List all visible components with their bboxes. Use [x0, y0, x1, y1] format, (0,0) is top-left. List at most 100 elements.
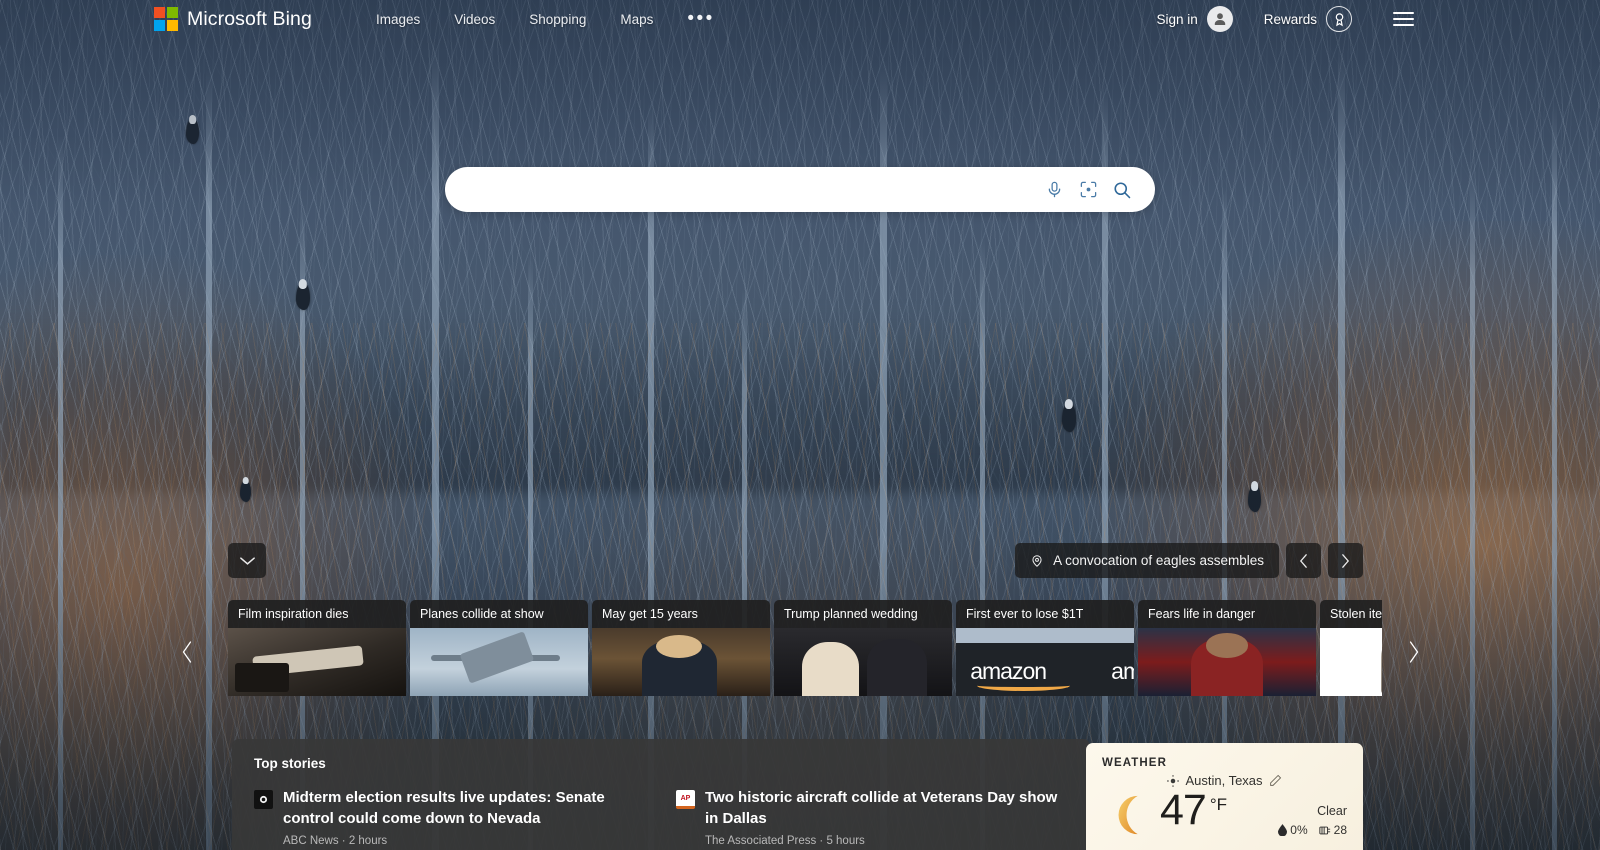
water-drop-icon — [1278, 824, 1288, 836]
nav-item-videos[interactable]: Videos — [454, 12, 495, 27]
top-story-title: Midterm election results live updates: S… — [283, 789, 605, 827]
news-card-title: Film inspiration dies — [228, 600, 406, 628]
news-card-title-text: Trump planned wedding — [784, 607, 918, 621]
pencil-edit-icon[interactable] — [1269, 774, 1282, 787]
nav-more-icon[interactable]: ••• — [687, 9, 714, 28]
account-avatar-icon — [1206, 6, 1233, 32]
brand-name: Microsoft Bing — [187, 7, 312, 30]
news-card-title: Trump planned wedding — [774, 600, 952, 628]
news-card-title-text: May get 15 years — [602, 607, 698, 621]
news-card-thumbnail — [228, 628, 406, 696]
rewards-label: Rewards — [1263, 11, 1317, 27]
chevron-down-icon — [239, 556, 255, 565]
weather-body: 47 °F Clear 0% 28 — [1102, 786, 1347, 838]
weather-precipitation-stat: 0% — [1278, 823, 1308, 837]
news-card-title-text: Stolen item — [1330, 607, 1382, 621]
background-vignette — [0, 0, 1600, 850]
top-story-byline: The Associated Press · 5 hours — [705, 835, 865, 848]
weather-humidity: 28 — [1333, 823, 1347, 837]
carousel-next-button[interactable] — [1398, 635, 1428, 669]
weather-condition: Clear — [1317, 804, 1347, 818]
news-card-title: Stolen item — [1320, 600, 1382, 628]
news-card-thumbnail: amazon am — [956, 628, 1134, 696]
news-card[interactable]: May get 15 years — [592, 600, 770, 696]
background-prev-button[interactable] — [1286, 543, 1321, 578]
search-area — [445, 167, 1155, 212]
rewards-trophy-icon — [1326, 6, 1352, 32]
news-card[interactable]: Trump planned wedding — [774, 600, 952, 696]
news-card-thumbnail — [592, 628, 770, 696]
humidity-icon — [1319, 826, 1330, 834]
top-stories-list: Midterm election results live updates: S… — [254, 788, 1068, 847]
news-card-title: First ever to lose $1T — [956, 600, 1134, 628]
news-card-title-text: Fears life in danger — [1148, 607, 1256, 621]
hero-background-image — [0, 0, 1600, 850]
expand-feed-button[interactable] — [228, 543, 266, 578]
abc-news-favicon-icon — [254, 790, 273, 809]
microphone-icon[interactable] — [1037, 173, 1071, 207]
top-story-item[interactable]: Midterm election results live updates: S… — [254, 788, 646, 847]
search-box[interactable] — [445, 167, 1155, 212]
weather-temperature-block: 47 °F — [1160, 786, 1228, 834]
sign-in-button[interactable]: Sign in — [1156, 6, 1233, 32]
news-card[interactable]: Film inspiration dies — [228, 600, 406, 696]
background-next-button[interactable] — [1328, 543, 1363, 578]
news-card-thumbnail — [1138, 628, 1316, 696]
top-story-text: Two historic aircraft collide at Veteran… — [705, 788, 1068, 847]
weather-heading: WEATHER — [1102, 757, 1167, 769]
background-caption-text: A convocation of eagles assembles — [1053, 553, 1264, 568]
news-card-title: May get 15 years — [592, 600, 770, 628]
top-stories-panel: Top stories Midterm election results liv… — [232, 739, 1090, 850]
amazon-wordmark-partial: am — [1111, 657, 1134, 684]
weather-precipitation: 0% — [1290, 823, 1308, 837]
weather-widget[interactable]: WEATHER Austin, Texas 47 °F Clear 0% 28 — [1086, 743, 1363, 850]
chevron-left-icon — [182, 641, 191, 663]
nav-links: Images Videos Shopping Maps ••• — [376, 9, 715, 28]
background-caption[interactable]: A convocation of eagles assembles — [1015, 543, 1279, 578]
weather-temperature: 47 — [1160, 786, 1207, 834]
top-stories-heading: Top stories — [254, 756, 326, 771]
carousel-prev-button[interactable] — [172, 635, 202, 669]
rewards-button[interactable]: Rewards — [1264, 6, 1352, 32]
news-card-thumbnail — [774, 628, 952, 696]
top-story-text: Midterm election results live updates: S… — [283, 788, 646, 847]
location-pin-icon — [1032, 554, 1042, 567]
weather-location-row: Austin, Texas — [1102, 773, 1347, 788]
location-target-icon — [1167, 774, 1180, 787]
chevron-right-icon — [1409, 641, 1418, 663]
search-magnifier-icon[interactable] — [1105, 173, 1139, 207]
news-card-title-text: Film inspiration dies — [238, 607, 349, 621]
background-caption-bar: A convocation of eagles assembles — [1015, 543, 1363, 578]
search-input[interactable] — [467, 181, 1037, 198]
news-card[interactable]: Planes collide at show — [410, 600, 588, 696]
hamburger-menu-icon[interactable] — [1393, 12, 1414, 26]
news-card[interactable]: Fears life in danger — [1138, 600, 1316, 696]
news-card-title: Planes collide at show — [410, 600, 588, 628]
news-card[interactable]: Stolen item — [1320, 600, 1382, 696]
top-story-byline: ABC News · 2 hours — [283, 835, 388, 848]
news-card-title: Fears life in danger — [1138, 600, 1316, 628]
top-right-actions: Sign in Rewards — [1156, 6, 1414, 32]
ap-news-favicon-icon: AP — [676, 790, 695, 809]
news-carousel[interactable]: Film inspiration dies Planes collide at … — [228, 600, 1382, 696]
visual-search-icon[interactable] — [1071, 173, 1105, 207]
news-card-thumbnail — [410, 628, 588, 696]
moon-clear-night-icon — [1118, 795, 1138, 835]
weather-stats: 0% 28 — [1278, 823, 1347, 837]
news-card-title-text: First ever to lose $1T — [966, 607, 1084, 621]
weather-details: Clear 0% 28 — [1278, 790, 1347, 837]
top-navigation-bar: Microsoft Bing Images Videos Shopping Ma… — [0, 0, 1600, 38]
sign-in-label: Sign in — [1156, 11, 1198, 27]
news-card-thumbnail — [1320, 628, 1382, 696]
bing-logo[interactable]: Microsoft Bing — [154, 7, 312, 31]
top-story-title: Two historic aircraft collide at Veteran… — [705, 789, 1058, 827]
nav-item-shopping[interactable]: Shopping — [529, 12, 586, 27]
nav-item-maps[interactable]: Maps — [620, 12, 653, 27]
weather-humidity-stat: 28 — [1319, 823, 1347, 837]
nav-item-images[interactable]: Images — [376, 12, 420, 27]
weather-unit: °F — [1209, 795, 1228, 814]
news-card[interactable]: First ever to lose $1T amazon am — [956, 600, 1134, 696]
top-story-item[interactable]: AP Two historic aircraft collide at Vete… — [676, 788, 1068, 847]
amazon-smile-icon — [977, 680, 1070, 691]
microsoft-logo-icon — [154, 7, 178, 31]
